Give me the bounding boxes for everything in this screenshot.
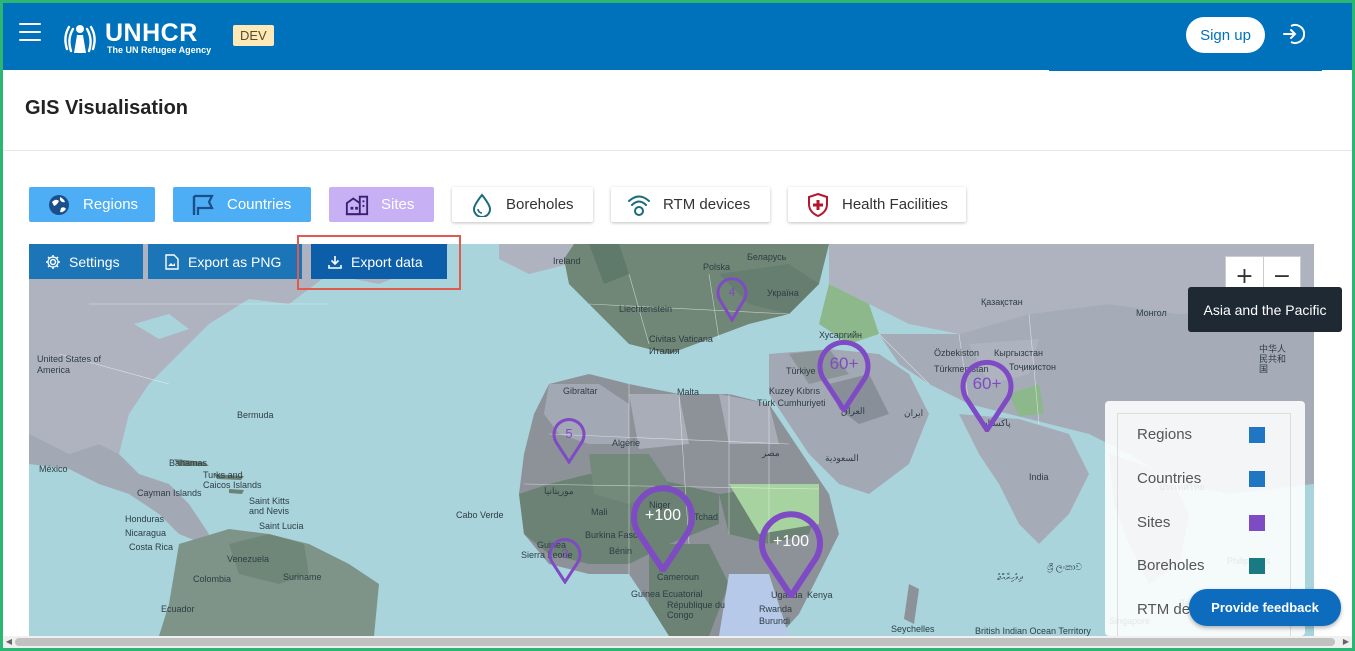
export-png-button[interactable]: Export as PNG <box>148 244 302 279</box>
site-marker[interactable]: +100 <box>630 480 696 572</box>
layer-regions-button[interactable]: Regions <box>29 187 155 222</box>
export-png-label: Export as PNG <box>188 253 282 270</box>
env-badge: DEV <box>233 25 274 46</box>
site-marker-label: 5 <box>565 426 572 441</box>
legend-swatch <box>1249 558 1265 574</box>
export-data-label: Export data <box>351 253 423 270</box>
site-marker[interactable]: 4 <box>716 274 748 322</box>
page-title: GIS Visualisation <box>25 97 189 119</box>
layer-rtm-devices-button[interactable]: RTM devices <box>611 187 770 222</box>
horizontal-scrollbar[interactable]: ◀ ▶ <box>3 636 1352 648</box>
buildings-icon <box>345 193 369 217</box>
site-marker-label: 60+ <box>830 354 859 373</box>
header-underline <box>1049 69 1322 71</box>
app-header: UNHCR The UN Refugee Agency DEV Sign up <box>3 3 1352 70</box>
flag-icon <box>191 193 215 217</box>
layer-health-facilities-label: Health Facilities <box>842 196 948 213</box>
layer-boreholes-label: Boreholes <box>506 196 574 213</box>
legend-item-label: Boreholes <box>1137 557 1205 574</box>
site-marker[interactable]: 5 <box>552 414 586 464</box>
site-marker-label: 60+ <box>973 374 1002 393</box>
gear-icon <box>45 254 61 270</box>
legend-item: Sites <box>1137 514 1267 534</box>
site-marker-label: 4 <box>729 285 736 299</box>
legend-item-label: Countries <box>1137 470 1202 487</box>
login-icon[interactable] <box>1281 22 1305 46</box>
site-marker-label: +100 <box>645 507 681 524</box>
unhcr-logo[interactable]: UNHCR The UN Refugee Agency <box>59 19 211 57</box>
site-marker[interactable]: +100 <box>758 506 824 598</box>
layer-regions-label: Regions <box>83 196 139 213</box>
layer-sites-label: Sites <box>381 196 415 213</box>
site-marker[interactable]: 3 <box>548 534 582 584</box>
site-marker-label: 3 <box>561 546 568 561</box>
site-marker[interactable]: 60+ <box>959 356 1015 432</box>
download-icon <box>327 254 343 270</box>
settings-label: Settings <box>69 253 120 270</box>
signup-button[interactable]: Sign up <box>1186 17 1265 53</box>
legend-item: Boreholes <box>1137 557 1267 577</box>
legend-item-label: Regions <box>1137 426 1193 443</box>
logo-tagline: The UN Refugee Agency <box>107 45 212 55</box>
export-data-button[interactable]: Export data <box>311 244 447 279</box>
layer-rtm-devices-label: RTM devices <box>663 196 751 213</box>
signal-icon <box>627 193 651 217</box>
file-image-icon <box>164 253 180 270</box>
legend-item: Regions <box>1137 426 1267 446</box>
legend-swatch <box>1249 471 1265 487</box>
layer-health-facilities-button[interactable]: Health Facilities <box>788 187 966 222</box>
menu-icon[interactable] <box>19 23 41 41</box>
site-marker[interactable]: 60+ <box>816 336 872 412</box>
layer-countries-label: Countries <box>227 196 292 213</box>
health-shield-icon <box>806 192 830 217</box>
legend-swatch <box>1249 427 1265 443</box>
water-drop-icon <box>470 192 494 217</box>
site-marker-label: +100 <box>773 533 809 550</box>
unhcr-emblem-icon <box>64 25 96 53</box>
legend-item-label: Sites <box>1137 514 1171 531</box>
provide-feedback-button[interactable]: Provide feedback <box>1189 589 1341 626</box>
scroll-right-icon[interactable]: ▶ <box>1340 636 1352 648</box>
layer-countries-button[interactable]: Countries <box>173 187 311 222</box>
globe-icon <box>47 193 71 217</box>
legend-item: Countries <box>1137 470 1267 490</box>
zoom-tooltip: Asia and the Pacific <box>1188 287 1342 332</box>
settings-button[interactable]: Settings <box>29 244 143 279</box>
logo-name: UNHCR <box>105 19 198 47</box>
scrollbar-thumb[interactable] <box>15 638 1335 646</box>
layer-boreholes-button[interactable]: Boreholes <box>452 187 593 222</box>
title-divider <box>3 150 1352 151</box>
scroll-left-icon[interactable]: ◀ <box>3 636 15 648</box>
legend-swatch <box>1249 515 1265 531</box>
layer-sites-button[interactable]: Sites <box>329 187 434 222</box>
